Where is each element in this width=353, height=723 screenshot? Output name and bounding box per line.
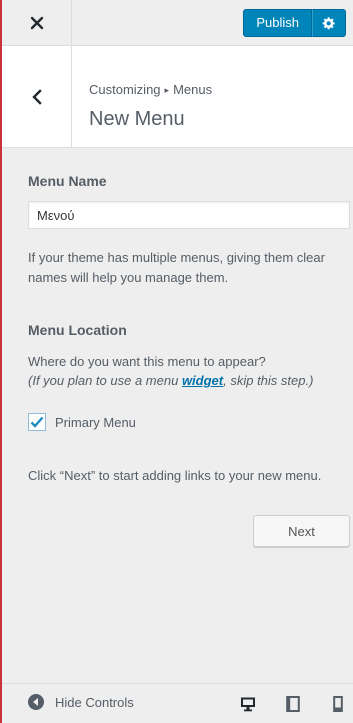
page-title: New Menu <box>89 108 185 130</box>
primary-menu-label: Primary Menu <box>55 414 136 430</box>
preview-tablet-button[interactable] <box>283 694 303 714</box>
close-button[interactable] <box>2 0 72 45</box>
gear-icon <box>322 17 335 30</box>
section-header: Customizing ▸ Menus New Menu <box>2 46 353 148</box>
hide-controls-label: Hide Controls <box>55 694 134 710</box>
publish-settings-button[interactable] <box>312 9 346 37</box>
menu-location-label: Menu Location <box>28 322 127 338</box>
menu-location-hint: (If you plan to use a menu widget, skip … <box>28 373 313 388</box>
preview-desktop-button[interactable] <box>238 694 258 714</box>
next-hint: Click “Next” to start adding links to yo… <box>28 468 322 483</box>
menu-location-question: Where do you want this menu to appear? <box>28 354 266 369</box>
menu-location-description: Where do you want this menu to appear? (… <box>28 352 353 390</box>
primary-menu-checkbox[interactable] <box>28 413 46 431</box>
hide-controls-button[interactable]: Hide Controls <box>28 694 134 710</box>
close-icon <box>30 16 43 29</box>
primary-menu-option[interactable]: Primary Menu <box>28 413 136 431</box>
customizer-header: Publish <box>2 0 353 46</box>
widget-link[interactable]: widget <box>182 373 223 388</box>
menu-name-description: If your theme has multiple menus, giving… <box>28 250 325 285</box>
mobile-icon <box>333 696 343 712</box>
breadcrumb: Customizing ▸ Menus <box>89 82 212 97</box>
back-button[interactable] <box>2 46 72 147</box>
next-button[interactable]: Next <box>253 515 350 547</box>
breadcrumb-current: Menus <box>173 82 213 97</box>
publish-button[interactable]: Publish <box>243 9 312 37</box>
publish-group: Publish <box>243 9 346 37</box>
desktop-icon <box>241 697 255 712</box>
hint-prefix: (If you plan to use a menu <box>28 373 182 388</box>
customizer-footer: Hide Controls <box>2 683 353 723</box>
preview-mobile-button[interactable] <box>328 694 348 714</box>
checkmark-icon <box>30 416 44 428</box>
chevron-left-icon <box>31 88 42 105</box>
collapse-icon <box>28 694 44 710</box>
hint-suffix: , skip this step.) <box>223 373 314 388</box>
menu-name-label: Menu Name <box>28 173 107 189</box>
breadcrumb-prefix: Customizing <box>89 82 161 97</box>
menu-name-input[interactable] <box>28 201 350 229</box>
customizer-panel: Publish Customizing ▸ Menus New Menu Menu … <box>0 0 353 723</box>
breadcrumb-separator: ▸ <box>164 85 170 95</box>
tablet-icon <box>286 696 300 712</box>
